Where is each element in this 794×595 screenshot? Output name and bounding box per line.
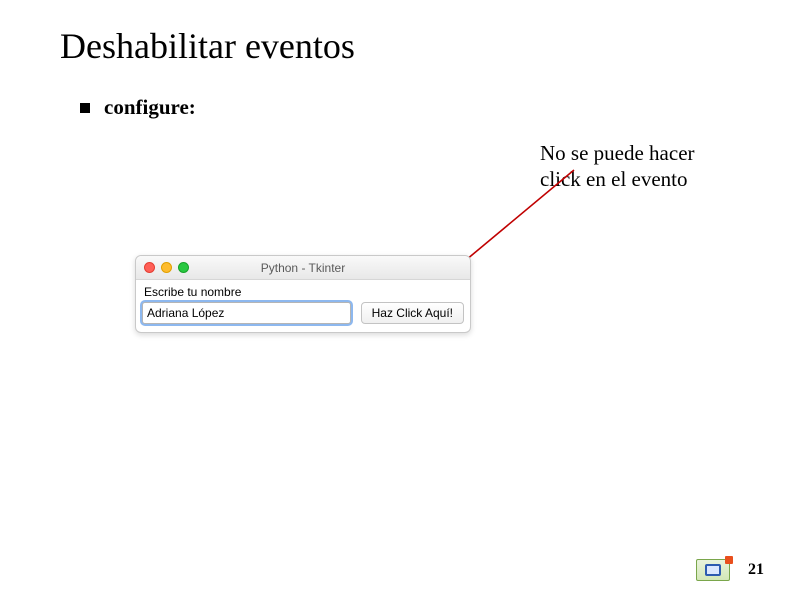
bullet-text: configure: (104, 95, 196, 120)
name-input[interactable] (142, 302, 351, 324)
bullet-square-icon (80, 103, 90, 113)
click-button[interactable]: Haz Click Aquí! (361, 302, 464, 324)
slide-footer: 21 (696, 559, 764, 581)
zoom-icon[interactable] (178, 262, 189, 273)
page-number: 21 (748, 561, 764, 579)
minimize-icon[interactable] (161, 262, 172, 273)
slide-title: Deshabilitar eventos (60, 25, 355, 67)
app-window: Python - Tkinter Escribe tu nombre Haz C… (135, 255, 471, 333)
input-label: Escribe tu nombre (142, 284, 464, 302)
input-row: Haz Click Aquí! (142, 302, 464, 324)
bullet-item: configure: (80, 95, 196, 120)
close-icon[interactable] (144, 262, 155, 273)
traffic-lights (144, 262, 189, 273)
window-body: Escribe tu nombre Haz Click Aquí! (136, 280, 470, 332)
annotation-text: No se puede hacer click en el evento (540, 140, 740, 193)
footer-logo-icon (696, 559, 730, 581)
window-titlebar: Python - Tkinter (136, 256, 470, 280)
